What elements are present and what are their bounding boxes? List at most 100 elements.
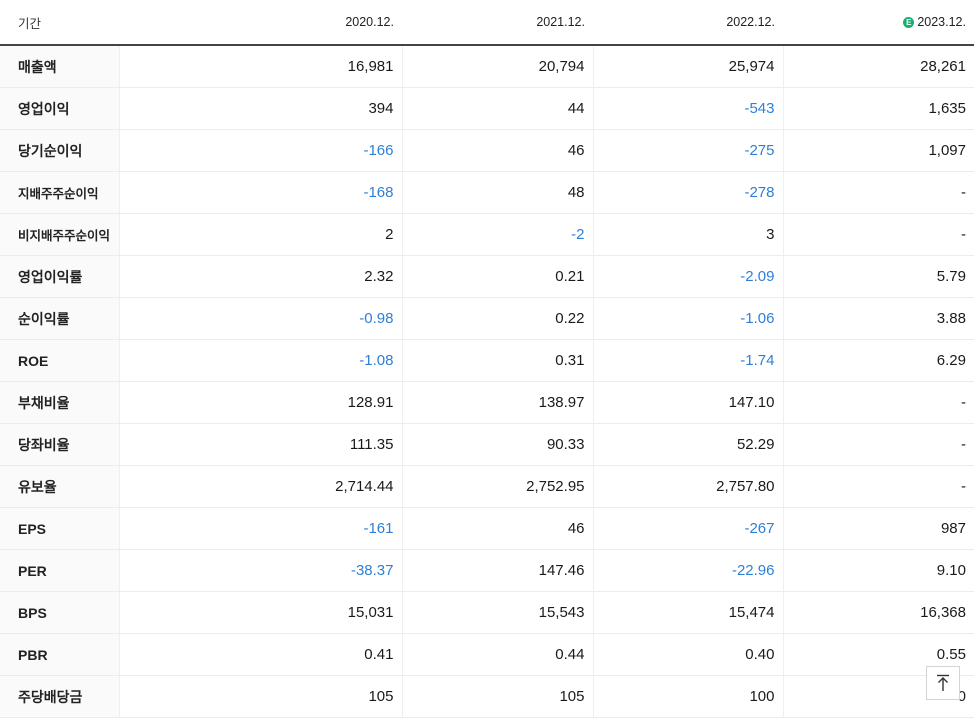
row-label: 유보율 bbox=[0, 465, 119, 508]
table-cell: 16,981 bbox=[118, 45, 402, 88]
table-cell: -275 bbox=[592, 129, 783, 172]
table-cell: -38.37 bbox=[118, 549, 402, 592]
table-cell: 9.10 bbox=[782, 549, 974, 592]
table-cell: 90.33 bbox=[401, 423, 593, 466]
table-cell: 28,261 bbox=[782, 45, 974, 88]
table-cell: 52.29 bbox=[592, 423, 783, 466]
table-cell: 105 bbox=[401, 675, 593, 718]
table-cell: -0.98 bbox=[118, 297, 402, 340]
table-cell: -161 bbox=[118, 507, 402, 550]
table-cell: 5.79 bbox=[782, 255, 974, 298]
table-cell: -267 bbox=[592, 507, 783, 550]
table-cell: 138.97 bbox=[401, 381, 593, 424]
row-label: EPS bbox=[0, 507, 119, 550]
header-year: 2022.12. bbox=[593, 0, 783, 46]
table-row: 주당배당금 105 105 100 0 bbox=[0, 675, 974, 718]
table-cell: 3.88 bbox=[782, 297, 974, 340]
header-year: 2021.12. bbox=[402, 0, 593, 46]
table-cell: 0.21 bbox=[401, 255, 593, 298]
arrow-up-to-line-icon bbox=[937, 674, 949, 691]
row-label: BPS bbox=[0, 591, 119, 634]
table-cell: -1.06 bbox=[592, 297, 783, 340]
table-row: 유보율 2,714.44 2,752.95 2,757.80- bbox=[0, 465, 974, 508]
table-row: EPS -161 46 -267 987 bbox=[0, 507, 974, 550]
table-cell: 105 bbox=[118, 675, 402, 718]
table-cell: 48 bbox=[401, 171, 593, 214]
table-row: 매출액 16,981 20,794 25,974 28,261 bbox=[0, 45, 974, 88]
table-cell: 2,714.44 bbox=[118, 465, 402, 508]
table-cell: 15,474 bbox=[592, 591, 783, 634]
table-cell: 0.22 bbox=[401, 297, 593, 340]
header-year: 2020.12. bbox=[119, 0, 402, 46]
table-cell: 0.40 bbox=[592, 633, 783, 676]
header-period: 기간 bbox=[0, 0, 119, 46]
table-row: ROE -1.08 0.31 -1.74 6.29 bbox=[0, 339, 974, 382]
table-cell: -543 bbox=[592, 87, 783, 130]
table-cell: 2,757.80 bbox=[592, 465, 783, 508]
table-cell: 1,097 bbox=[782, 129, 974, 172]
row-label: 주당배당금 bbox=[0, 675, 119, 718]
table-row: 당기순이익 -166 46 -275 1,097 bbox=[0, 129, 974, 172]
table-cell: 128.91 bbox=[118, 381, 402, 424]
row-label: PER bbox=[0, 549, 119, 592]
row-label: 부채비율 bbox=[0, 381, 119, 424]
table-cell: - bbox=[782, 423, 974, 466]
table-cell: 6.29 bbox=[782, 339, 974, 382]
table-cell: 2 bbox=[118, 213, 402, 256]
table-row: BPS 15,031 15,543 15,474 16,368 bbox=[0, 591, 974, 634]
row-label: 당기순이익 bbox=[0, 129, 119, 172]
table-row: 영업이익 394 44 -543 1,635 bbox=[0, 87, 974, 130]
table-cell: 3 bbox=[592, 213, 783, 256]
table-cell: 46 bbox=[401, 129, 593, 172]
table-cell: -2 bbox=[401, 213, 593, 256]
financial-summary-table: 기간 2020.12. 2021.12. 2022.12. E 2023.12. … bbox=[0, 0, 974, 718]
header-year-estimate: E 2023.12. bbox=[783, 0, 974, 46]
table-cell: 100 bbox=[592, 675, 783, 718]
row-label: 지배주주순이익 bbox=[0, 171, 119, 214]
row-label: 매출액 bbox=[0, 45, 119, 88]
row-label: 비지배주주순이익 bbox=[0, 213, 119, 256]
table-cell: -22.96 bbox=[592, 549, 783, 592]
table-cell: - bbox=[782, 213, 974, 256]
table-cell: - bbox=[782, 465, 974, 508]
table-cell: 15,543 bbox=[401, 591, 593, 634]
table-row: 지배주주순이익 -168 48 -278- bbox=[0, 171, 974, 214]
table-cell: 16,368 bbox=[782, 591, 974, 634]
table-cell: 147.46 bbox=[401, 549, 593, 592]
table-cell: - bbox=[782, 381, 974, 424]
table-cell: 1,635 bbox=[782, 87, 974, 130]
scroll-to-top-button[interactable] bbox=[926, 666, 960, 700]
table-cell: -1.08 bbox=[118, 339, 402, 382]
table-cell: 44 bbox=[401, 87, 593, 130]
header-year-label: 2023.12. bbox=[917, 15, 966, 29]
table-row: 부채비율 128.91 138.97 147.10- bbox=[0, 381, 974, 424]
table-cell: 987 bbox=[782, 507, 974, 550]
row-label: 당좌비율 bbox=[0, 423, 119, 466]
table-cell: 111.35 bbox=[118, 423, 402, 466]
table-cell: 394 bbox=[118, 87, 402, 130]
table-cell: 2,752.95 bbox=[401, 465, 593, 508]
table-cell: 147.10 bbox=[592, 381, 783, 424]
row-label: 순이익률 bbox=[0, 297, 119, 340]
row-label: ROE bbox=[0, 339, 119, 382]
table-cell: -168 bbox=[118, 171, 402, 214]
table-row: PER -38.37 147.46 -22.96 9.10 bbox=[0, 549, 974, 592]
row-label: 영업이익 bbox=[0, 87, 119, 130]
table-row: 영업이익률 2.32 0.21 -2.09 5.79 bbox=[0, 255, 974, 298]
table-row: 비지배주주순이익 2 -2 3- bbox=[0, 213, 974, 256]
table-cell: 0.41 bbox=[118, 633, 402, 676]
table-cell: -278 bbox=[592, 171, 783, 214]
table-cell: 15,031 bbox=[118, 591, 402, 634]
table-header-row: 기간 2020.12. 2021.12. 2022.12. E 2023.12. bbox=[0, 0, 974, 46]
row-label: PBR bbox=[0, 633, 119, 676]
table-cell: - bbox=[782, 171, 974, 214]
table-cell: -1.74 bbox=[592, 339, 783, 382]
table-cell: 20,794 bbox=[401, 45, 593, 88]
row-label: 영업이익률 bbox=[0, 255, 119, 298]
table-cell: 0.31 bbox=[401, 339, 593, 382]
table-row: PBR 0.41 0.44 0.40 0.55 bbox=[0, 633, 974, 676]
table-cell: 46 bbox=[401, 507, 593, 550]
estimate-badge-icon: E bbox=[903, 17, 915, 28]
table-row: 당좌비율 111.35 90.33 52.29- bbox=[0, 423, 974, 466]
table-cell: 2.32 bbox=[118, 255, 402, 298]
